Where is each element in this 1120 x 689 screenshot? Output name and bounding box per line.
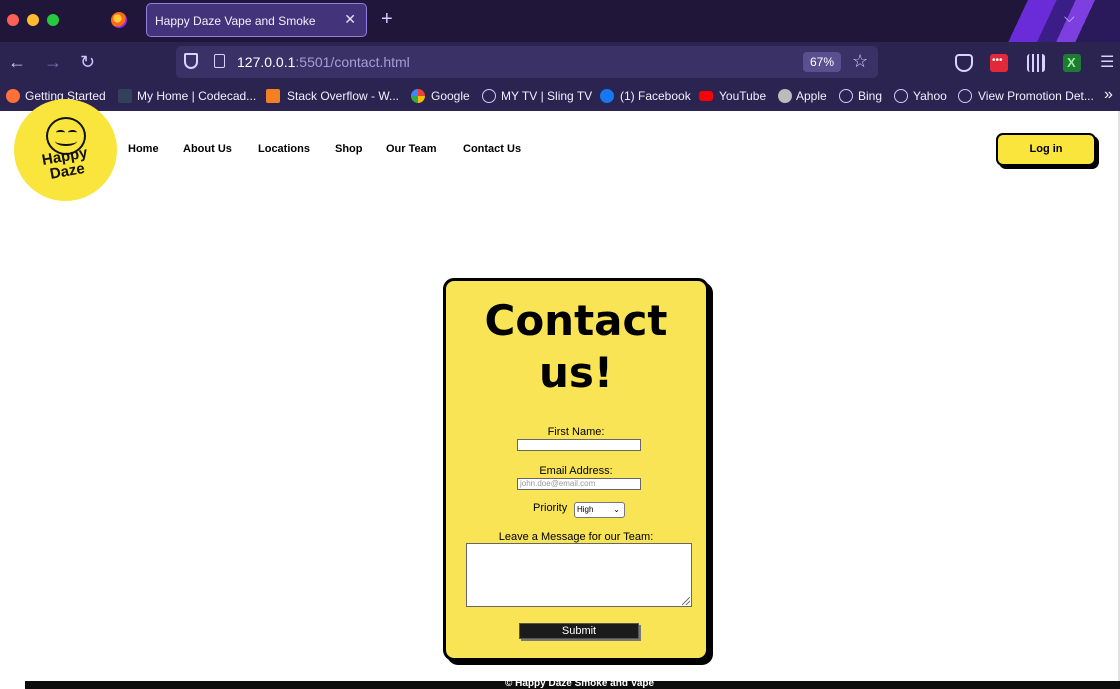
forward-arrow-icon[interactable]: → — [44, 52, 62, 72]
firefox-icon — [6, 89, 20, 103]
message-label: Leave a Message for our Team: — [498, 531, 654, 543]
apple-icon — [778, 89, 792, 103]
logo-text: Happy Daze — [40, 144, 89, 183]
bookmark-item[interactable]: View Promotion Det... — [978, 89, 1094, 103]
footer-text: © Happy Daze Smoke and Vape — [505, 681, 655, 689]
youtube-icon — [699, 91, 713, 101]
extension-green-icon[interactable] — [1063, 54, 1081, 72]
tab-title: Happy Daze Vape and Smoke — [155, 14, 316, 28]
priority-label: Priority — [533, 502, 568, 514]
priority-select[interactable]: High ⌄ — [574, 502, 625, 518]
close-tab-icon[interactable]: ✕ — [344, 11, 356, 28]
resize-handle-icon[interactable] — [682, 597, 690, 605]
bookmark-item[interactable]: (1) Facebook — [620, 89, 691, 103]
page-icon[interactable] — [214, 54, 225, 68]
extension-bars-icon[interactable] — [1027, 54, 1045, 72]
bookmark-item[interactable]: Stack Overflow - W... — [287, 89, 399, 103]
nav-our-team[interactable]: Our Team — [386, 143, 437, 155]
zoom-indicator[interactable]: 67% — [803, 52, 842, 72]
new-tab-icon[interactable]: + — [381, 8, 393, 31]
first-name-field[interactable] — [517, 439, 641, 451]
browser-navbar: ← → ↻ 127.0.0.1:5501/contact.html 67% ☆ … — [0, 42, 1120, 83]
site-footer: © Happy Daze Smoke and Vape — [25, 681, 1120, 689]
chevron-down-icon: ⌄ — [613, 505, 620, 514]
contact-form-card: Contact us! First Name: Email Address: j… — [443, 278, 709, 661]
codecademy-icon — [118, 89, 132, 103]
first-name-label: First Name: — [547, 426, 605, 438]
nav-shop[interactable]: Shop — [335, 143, 363, 155]
bookmark-item[interactable]: Google — [431, 89, 470, 103]
bookmarks-bar: Getting Started My Home | Codecad... Sta… — [0, 83, 1120, 111]
browser-tab[interactable]: Happy Daze Vape and Smoke ✕ — [146, 3, 367, 37]
submit-button[interactable]: Submit — [519, 623, 639, 639]
email-label: Email Address: — [539, 465, 613, 477]
page-title: Contact us! — [484, 296, 668, 397]
nav-about-us[interactable]: About Us — [183, 143, 232, 155]
email-field[interactable]: john.doe@email.com — [517, 478, 641, 490]
address-bar[interactable]: 127.0.0.1:5501/contact.html 67% ☆ — [176, 46, 878, 78]
web-page: Happy Daze Home About Us Locations Shop … — [0, 99, 1120, 689]
bookmark-star-icon[interactable]: ☆ — [852, 51, 868, 72]
hamburger-menu-icon[interactable]: ☰ — [1100, 52, 1114, 72]
bookmark-item[interactable]: YouTube — [719, 89, 766, 103]
site-logo[interactable]: Happy Daze — [14, 99, 117, 201]
login-button[interactable]: Log in — [996, 133, 1096, 166]
chevron-down-icon[interactable]: ⌵ — [1064, 9, 1075, 26]
more-bookmarks-icon[interactable]: » — [1104, 86, 1113, 104]
pocket-icon[interactable] — [955, 54, 973, 72]
bookmark-item[interactable]: Apple — [796, 89, 827, 103]
firefox-icon — [111, 12, 127, 28]
globe-icon — [958, 89, 972, 103]
theme-decoration — [980, 0, 1120, 42]
extension-red-icon[interactable] — [990, 54, 1008, 72]
nav-home[interactable]: Home — [128, 143, 159, 155]
message-textarea[interactable] — [466, 543, 692, 607]
globe-icon — [839, 89, 853, 103]
facebook-icon — [600, 89, 614, 103]
maximize-window-button[interactable] — [47, 14, 59, 26]
back-arrow-icon[interactable]: ← — [8, 52, 26, 72]
nav-locations[interactable]: Locations — [258, 143, 310, 155]
nav-contact-us[interactable]: Contact Us — [463, 143, 521, 155]
url-text[interactable]: 127.0.0.1:5501/contact.html — [237, 54, 410, 70]
close-window-button[interactable] — [7, 14, 19, 26]
bookmark-item[interactable]: Bing — [858, 89, 882, 103]
bookmark-item[interactable]: Yahoo — [913, 89, 947, 103]
browser-titlebar: Happy Daze Vape and Smoke ✕ + ⌵ — [0, 0, 1120, 42]
bookmark-item[interactable]: MY TV | Sling TV — [501, 89, 592, 103]
stackoverflow-icon — [266, 89, 280, 103]
shield-icon[interactable] — [184, 53, 198, 69]
minimize-window-button[interactable] — [27, 14, 39, 26]
bookmark-item[interactable]: My Home | Codecad... — [137, 89, 256, 103]
globe-icon — [482, 89, 496, 103]
globe-icon — [894, 89, 908, 103]
reload-icon[interactable]: ↻ — [80, 52, 95, 72]
google-icon — [411, 89, 425, 103]
